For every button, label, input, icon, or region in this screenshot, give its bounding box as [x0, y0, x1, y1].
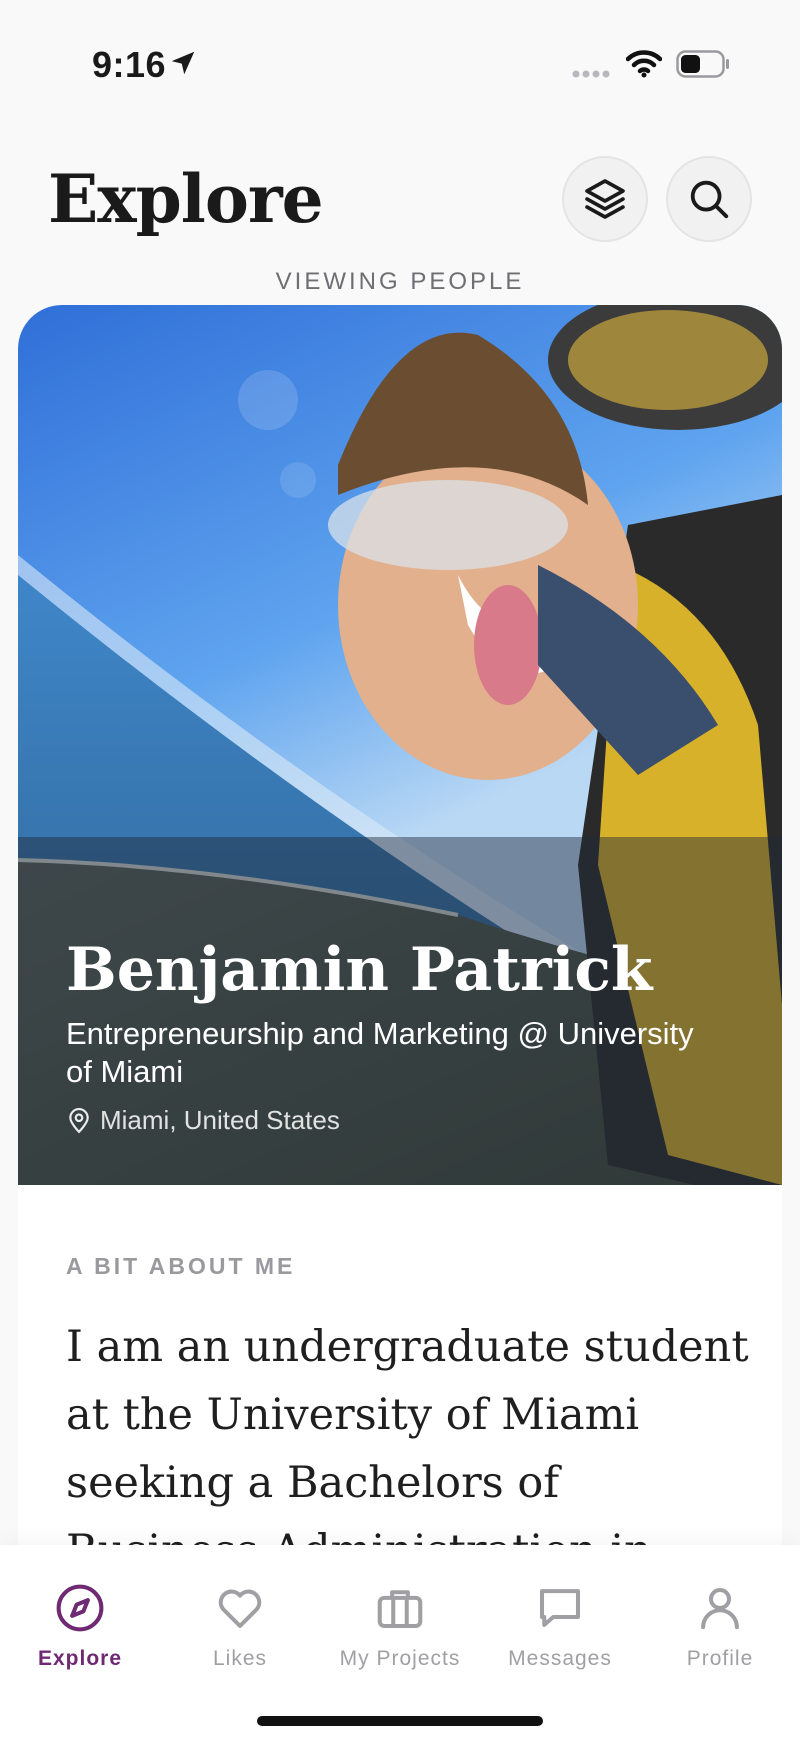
about-heading: A BIT ABOUT ME — [66, 1253, 296, 1279]
heart-icon — [218, 1589, 262, 1629]
tab-explore[interactable]: Explore — [0, 1581, 160, 1671]
briefcase-icon — [377, 1590, 423, 1629]
profile-name: Benjamin Patrick — [66, 935, 653, 1005]
search-button[interactable] — [666, 156, 752, 242]
tab-label-my-projects: My Projects — [339, 1647, 461, 1670]
chat-bubble-icon — [539, 1589, 581, 1627]
layers-button[interactable] — [562, 156, 648, 242]
person-icon — [701, 1587, 739, 1630]
status-bar: 9:16 — [0, 0, 800, 120]
page-title: Explore — [48, 160, 324, 238]
profile-card[interactable]: Benjamin Patrick Entrepreneurship and Ma… — [18, 305, 782, 1605]
status-time: 9:16 — [92, 44, 167, 85]
tab-label-messages: Messages — [508, 1647, 612, 1670]
home-indicator[interactable] — [257, 1716, 543, 1726]
tab-bar: Explore Likes My Projects Messages Profi… — [0, 1545, 800, 1739]
location-arrow-icon — [171, 51, 195, 75]
profile-location: Miami, United States — [66, 1105, 340, 1136]
battery-icon — [676, 50, 729, 78]
tab-label-likes: Likes — [212, 1647, 268, 1670]
tab-label-explore: Explore — [37, 1647, 123, 1670]
viewing-mode-label: VIEWING PEOPLE — [275, 268, 525, 295]
tab-messages[interactable]: Messages — [480, 1581, 640, 1671]
compass-icon — [56, 1584, 104, 1632]
map-pin-icon — [69, 1107, 89, 1133]
profile-location-text: Miami, United States — [100, 1105, 340, 1135]
profile-tagline: Entrepreneurship and Marketing @ Univers… — [66, 1016, 694, 1089]
cellular-signal-icon — [572, 70, 610, 78]
tab-label-profile: Profile — [686, 1647, 754, 1670]
tab-profile[interactable]: Profile — [640, 1581, 800, 1671]
tab-my-projects[interactable]: My Projects — [320, 1581, 480, 1671]
search-icon — [690, 180, 729, 219]
wifi-icon — [626, 50, 662, 78]
layers-icon — [585, 179, 625, 219]
tab-likes[interactable]: Likes — [160, 1581, 320, 1671]
